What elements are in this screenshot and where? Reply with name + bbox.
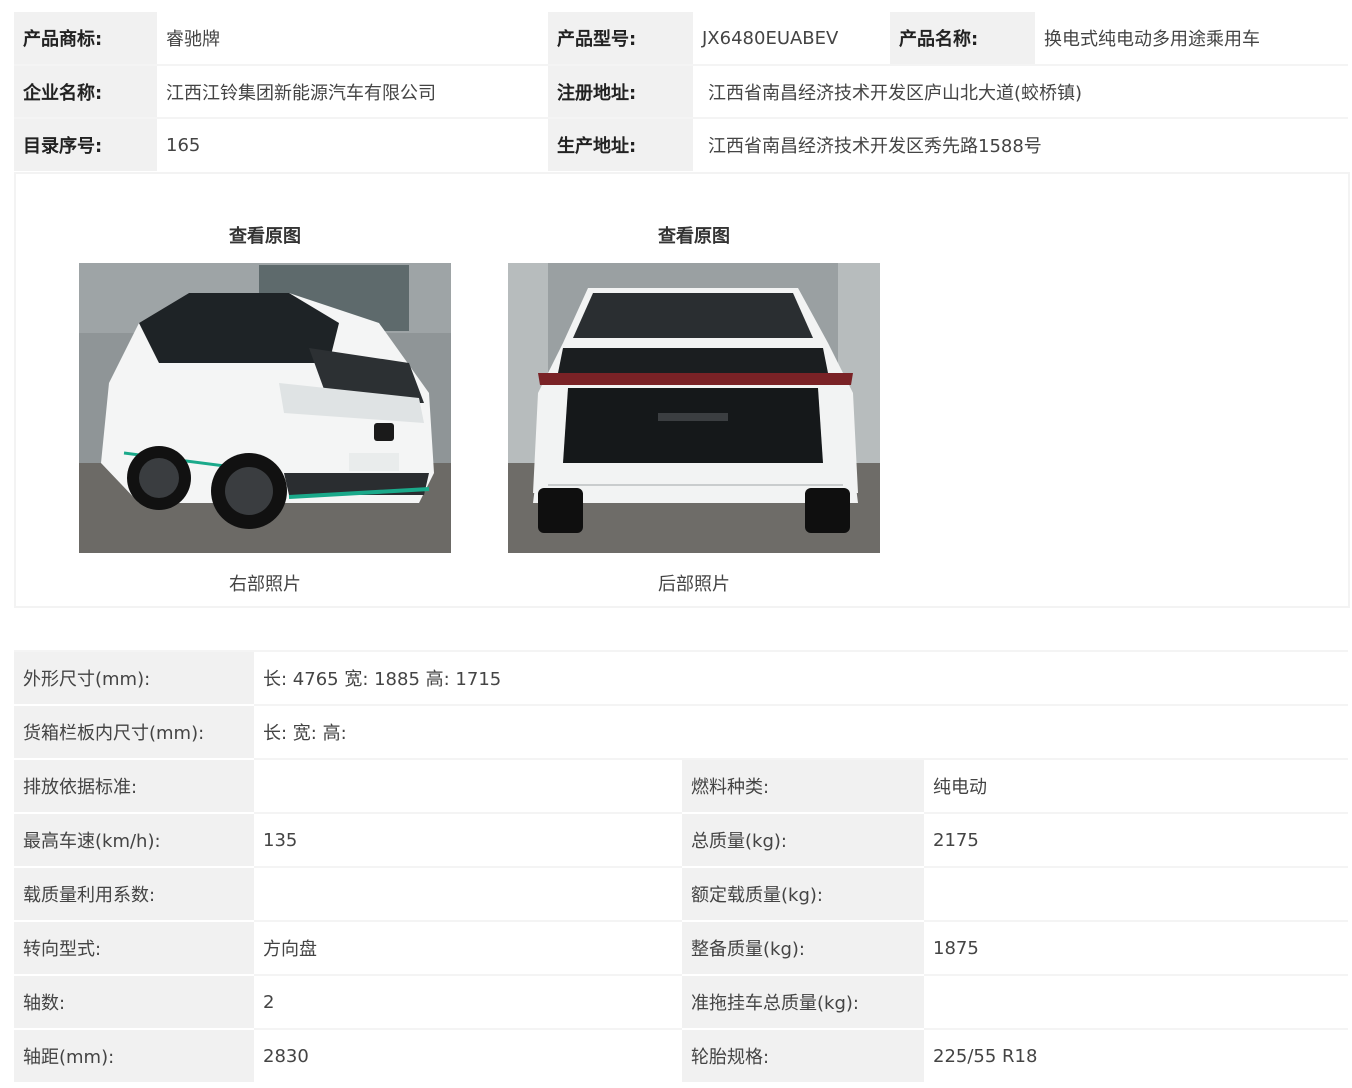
- rear-photo-caption: 后部照片: [658, 574, 730, 595]
- row-divider: [254, 974, 682, 976]
- right-photo-card: 查看原图 右部照片: [79, 224, 451, 596]
- row-divider: [254, 758, 1348, 760]
- right-photo-caption: 右部照片: [229, 574, 301, 595]
- product-name-value: 换电式纯电动多用途乘用车: [1044, 29, 1260, 50]
- steering-type-label: 转向型式:: [14, 922, 254, 974]
- row-divider: [254, 812, 682, 814]
- row-divider: [924, 974, 1348, 976]
- car-rear-image: [508, 263, 880, 553]
- rear-photo-card: 查看原图 后部照片: [508, 224, 880, 596]
- row-divider: [254, 704, 1348, 706]
- load-utilization-label: 载质量利用系数:: [14, 868, 254, 920]
- car-right-image: [79, 263, 451, 553]
- cargo-dimensions-label: 货箱栏板内尺寸(mm):: [14, 706, 254, 758]
- steering-type-value: 方向盘: [263, 939, 317, 960]
- production-address-value: 江西省南昌经济技术开发区秀先路1588号: [708, 136, 1042, 157]
- product-name-label: 产品名称:: [890, 12, 1035, 64]
- brand-value: 睿驰牌: [166, 29, 220, 50]
- row-divider: [254, 1028, 682, 1030]
- brand-label: 产品商标:: [14, 12, 157, 64]
- trailer-mass-label: 准拖挂车总质量(kg):: [682, 976, 924, 1028]
- total-mass-value: 2175: [933, 829, 979, 851]
- fuel-type-label: 燃料种类:: [682, 760, 924, 812]
- company-value: 江西江铃集团新能源汽车有限公司: [166, 83, 436, 104]
- load-utilization-value: [254, 868, 682, 920]
- wheelbase-value: 2830: [263, 1045, 309, 1067]
- row-divider: [924, 866, 1348, 868]
- model-label: 产品型号:: [548, 12, 693, 64]
- dimensions-value: 长: 4765 宽: 1885 高: 1715: [263, 669, 502, 690]
- photo-panel: 查看原图 右部照片 查看原图 后部照片: [14, 172, 1350, 608]
- view-original-link-right[interactable]: 查看原图: [79, 224, 451, 250]
- curb-mass-label: 整备质量(kg):: [682, 922, 924, 974]
- rated-load-label: 额定载质量(kg):: [682, 868, 924, 920]
- tire-spec-value: 225/55 R18: [933, 1045, 1038, 1067]
- curb-mass-value: 1875: [933, 937, 979, 959]
- catalog-number-value: 165: [166, 134, 201, 156]
- registered-address-value: 江西省南昌经济技术开发区庐山北大道(蛟桥镇): [708, 83, 1083, 104]
- row-divider: [254, 920, 682, 922]
- row-divider: [14, 64, 1348, 66]
- row-divider: [14, 650, 1348, 652]
- row-divider: [14, 117, 1348, 119]
- trailer-mass-value: [924, 976, 1348, 1028]
- axle-count-label: 轴数:: [14, 976, 254, 1028]
- axle-count-value: 2: [263, 991, 275, 1013]
- row-divider: [924, 1028, 1348, 1030]
- catalog-number-label: 目录序号:: [14, 119, 157, 171]
- emission-standard-value: [254, 760, 682, 812]
- registered-address-label: 注册地址:: [548, 66, 693, 118]
- max-speed-label: 最高车速(km/h):: [14, 814, 254, 866]
- production-address-label: 生产地址:: [548, 119, 693, 171]
- total-mass-label: 总质量(kg):: [682, 814, 924, 866]
- wheelbase-label: 轴距(mm):: [14, 1030, 254, 1082]
- row-divider: [254, 866, 682, 868]
- right-side-photo[interactable]: [79, 263, 451, 553]
- emission-standard-label: 排放依据标准:: [14, 760, 254, 812]
- row-divider: [924, 812, 1348, 814]
- model-value: JX6480EUABEV: [702, 27, 839, 49]
- company-label: 企业名称:: [14, 66, 157, 118]
- fuel-type-value: 纯电动: [933, 777, 987, 798]
- max-speed-value: 135: [263, 829, 298, 851]
- row-divider: [924, 920, 1348, 922]
- view-original-link-rear[interactable]: 查看原图: [508, 224, 880, 250]
- dimensions-label: 外形尺寸(mm):: [14, 652, 254, 704]
- rear-photo[interactable]: [508, 263, 880, 553]
- tire-spec-label: 轮胎规格:: [682, 1030, 924, 1082]
- cargo-dimensions-value: 长: 宽: 高:: [263, 723, 347, 744]
- rated-load-value: [924, 868, 1348, 920]
